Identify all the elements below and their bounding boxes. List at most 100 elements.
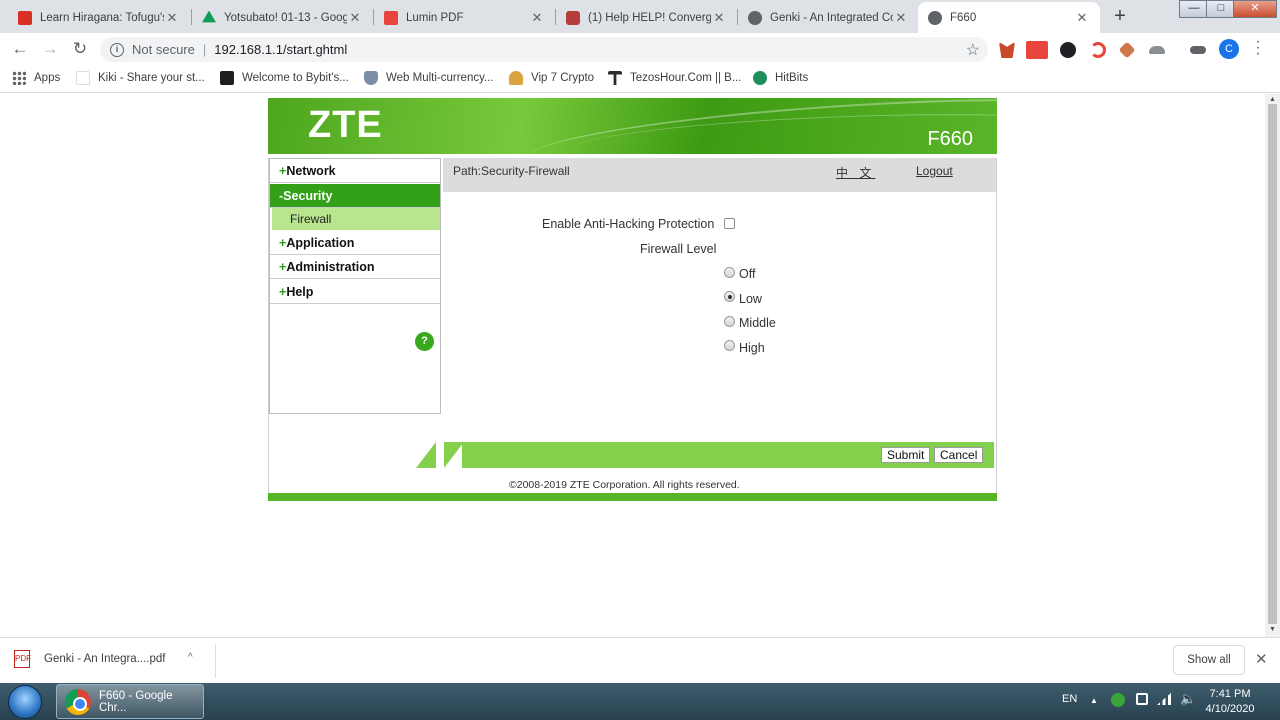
- metamask-icon[interactable]: [999, 42, 1015, 58]
- clock-time: 7:41 PM: [1209, 688, 1251, 700]
- tab-genki[interactable]: Genki - An Integrated Co ✕: [738, 2, 919, 33]
- system-clock[interactable]: 7:41 PM 4/10/2020: [1200, 687, 1260, 717]
- help-icon[interactable]: ?: [415, 332, 434, 351]
- nav-security[interactable]: -Security: [270, 184, 440, 208]
- close-icon[interactable]: ✕: [1074, 10, 1090, 26]
- bookmarks-bar: Apps Kiki - Share your st... Welcome to …: [0, 65, 1280, 93]
- submit-button[interactable]: Submit: [881, 447, 931, 463]
- logout-link[interactable]: Logout: [916, 164, 953, 178]
- chrome-menu-icon[interactable]: · · ·: [1252, 34, 1264, 62]
- back-button[interactable]: ←: [9, 39, 31, 59]
- address-bar[interactable]: i Not secure | 192.168.1.1/start.ghtml ☆: [100, 37, 988, 62]
- reload-button[interactable]: ↻: [69, 39, 91, 59]
- language-indicator[interactable]: EN: [1062, 693, 1077, 705]
- show-all-button[interactable]: Show all: [1173, 645, 1245, 675]
- close-icon[interactable]: ✕: [893, 10, 909, 26]
- extension-new-icon[interactable]: [1026, 41, 1048, 59]
- action-bar-stripe: [416, 442, 436, 468]
- omnibox-separator: |: [202, 42, 207, 57]
- nav-firewall[interactable]: Firewall: [272, 208, 440, 230]
- nav-administration[interactable]: +Administration: [270, 255, 440, 279]
- bookmark-hitbits[interactable]: HitBits: [753, 71, 808, 85]
- firewall-level-middle-label: Middle: [739, 316, 776, 330]
- firewall-level-off-radio[interactable]: [724, 267, 735, 278]
- bookmark-vip7crypto[interactable]: Vip 7 Crypto: [509, 71, 594, 85]
- url-text[interactable]: 192.168.1.1/start.ghtml: [214, 42, 347, 57]
- cancel-button[interactable]: Cancel: [934, 447, 984, 463]
- breadcrumb: Path:Security-Firewall: [453, 164, 570, 178]
- firewall-level-middle-radio[interactable]: [724, 316, 735, 327]
- lumin-pdf-icon: [384, 10, 398, 25]
- action-center-icon[interactable]: [1136, 693, 1148, 705]
- extension-hat-icon[interactable]: [1149, 46, 1165, 54]
- tab-help-converge[interactable]: (1) Help HELP! Converge ✕: [556, 2, 737, 33]
- language-link[interactable]: 中 文: [836, 164, 875, 181]
- new-tab-button[interactable]: +: [1106, 4, 1134, 28]
- footer-bar: [268, 493, 997, 501]
- tab-lumin-pdf[interactable]: Lumin PDF ✕: [374, 2, 555, 33]
- taskbar-chrome-window[interactable]: F660 - Google Chr...: [56, 684, 204, 719]
- info-icon[interactable]: i: [110, 42, 124, 57]
- extension-orange-icon[interactable]: [1118, 41, 1136, 59]
- page-viewport: ZTE F660 +Network -Security Firewall +Ap…: [0, 94, 1265, 637]
- router-model: F660: [927, 128, 973, 150]
- close-window-button[interactable]: ✕: [1233, 0, 1277, 18]
- hitbits-icon: [753, 71, 767, 85]
- close-icon[interactable]: ✕: [347, 10, 363, 26]
- clock-date: 4/10/2020: [1205, 703, 1255, 715]
- tab-f660[interactable]: F660 ✕: [918, 2, 1100, 33]
- download-separator: [215, 644, 216, 678]
- network-signal-icon[interactable]: [1157, 693, 1171, 705]
- forward-button[interactable]: →: [39, 39, 61, 59]
- firewall-level-high-radio[interactable]: [724, 340, 735, 351]
- tab-learn-hiragana[interactable]: Learn Hiragana: Tofugu's ✕: [8, 2, 190, 33]
- nav-label: Security: [283, 189, 333, 203]
- action-bar: Submit Cancel: [416, 442, 994, 468]
- key-icon[interactable]: [1190, 46, 1206, 54]
- chevron-up-icon[interactable]: ^: [188, 652, 193, 663]
- tab-yotsubato[interactable]: Yotsubato! 01-13 - Goog ✕: [192, 2, 373, 33]
- firewall-level-low-radio[interactable]: [724, 291, 735, 302]
- bookmark-apps[interactable]: Apps: [12, 71, 60, 85]
- close-icon[interactable]: ✕: [711, 10, 727, 26]
- download-filename: Genki - An Integra....pdf: [44, 653, 166, 665]
- nav-help[interactable]: +Help: [270, 280, 440, 304]
- close-icon[interactable]: ✕: [1255, 650, 1268, 668]
- anti-hacking-checkbox[interactable]: [724, 218, 735, 229]
- extension-dark-icon[interactable]: [1060, 42, 1076, 58]
- tray-app-icon[interactable]: [1111, 693, 1125, 707]
- zte-banner: ZTE F660: [268, 98, 997, 154]
- bookmark-label: Web Multi-currency...: [386, 72, 494, 84]
- copyright-text: ©2008-2019 ZTE Corporation. All rights r…: [509, 479, 740, 491]
- bookmark-kiki[interactable]: Kiki - Share your st...: [76, 71, 205, 85]
- close-icon[interactable]: ✕: [164, 10, 180, 26]
- nav-label: Network: [286, 164, 336, 178]
- windows-taskbar: F660 - Google Chr... EN ▲ 🔈 7:41 PM 4/10…: [0, 683, 1280, 720]
- volume-icon[interactable]: 🔈: [1180, 691, 1196, 707]
- bookmark-bybit[interactable]: Welcome to Bybit's...: [220, 71, 349, 85]
- minimize-button[interactable]: —: [1179, 0, 1209, 18]
- bookmark-label: Welcome to Bybit's...: [242, 72, 349, 84]
- bookmark-tezoshour[interactable]: TezosHour.Com || B...: [608, 71, 741, 85]
- nav-network[interactable]: +Network: [270, 159, 440, 183]
- bookmark-web-multicurrency[interactable]: Web Multi-currency...: [364, 71, 494, 85]
- security-status: Not secure: [132, 42, 195, 57]
- scroll-down-icon[interactable]: ▼: [1269, 626, 1276, 633]
- firewall-level-high-label: High: [739, 341, 765, 355]
- tab-title: Lumin PDF: [406, 11, 464, 24]
- profile-avatar[interactable]: C: [1219, 39, 1239, 59]
- zte-logo: ZTE: [308, 104, 383, 146]
- nav-application[interactable]: +Application: [270, 231, 440, 255]
- download-shelf: PDF Genki - An Integra....pdf ^ Show all…: [0, 637, 1280, 683]
- tray-expand-icon[interactable]: ▲: [1090, 696, 1098, 705]
- maximize-button[interactable]: □: [1206, 0, 1236, 18]
- close-icon[interactable]: ✕: [529, 10, 545, 26]
- download-item[interactable]: PDF Genki - An Integra....pdf: [14, 650, 165, 668]
- start-button[interactable]: [8, 685, 42, 719]
- vertical-scrollbar[interactable]: ▲ ▼: [1265, 94, 1280, 637]
- bookmark-star-icon[interactable]: ☆: [966, 40, 980, 60]
- scroll-thumb[interactable]: [1268, 104, 1277, 624]
- extension-red-ring-icon[interactable]: [1090, 42, 1106, 58]
- tab-title: F660: [950, 11, 977, 24]
- scroll-up-icon[interactable]: ▲: [1269, 96, 1276, 103]
